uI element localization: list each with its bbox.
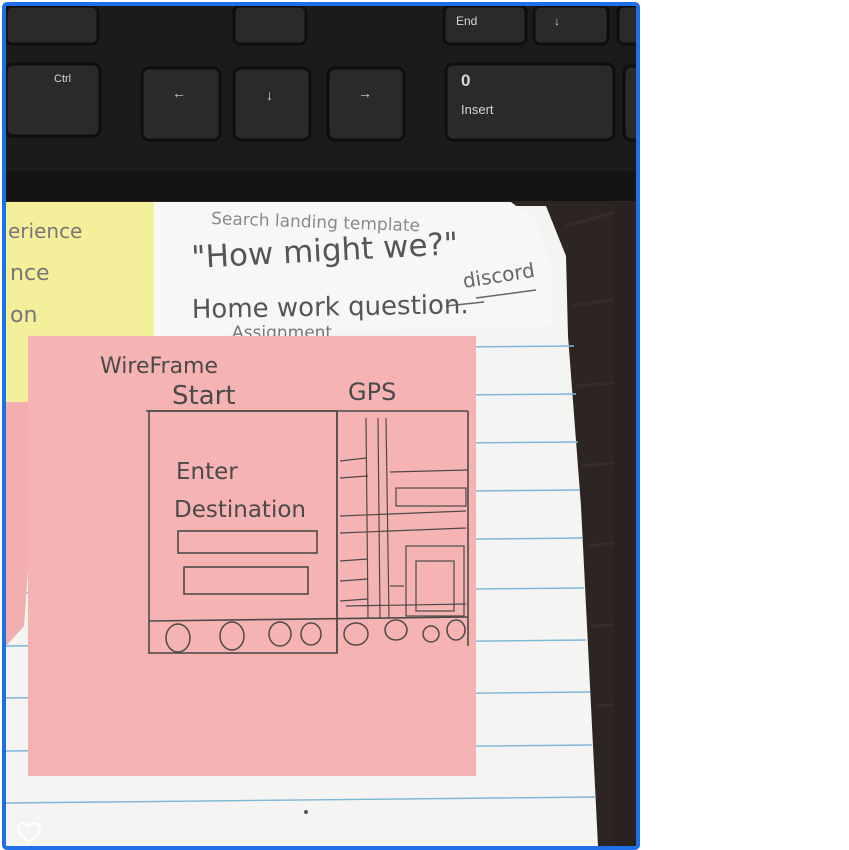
wireframe-gps-label: GPS [348,378,396,406]
keyboard-edge [6,171,636,201]
key-zero-label: 0 [461,71,470,90]
favorite-button[interactable] [14,818,44,846]
wireframe-title: WireFrame [100,354,218,379]
wireframe-destination-label: Destination [174,497,306,523]
key-ctrl [6,62,102,138]
key-insert-label: Insert [461,102,494,117]
key-arrow-right [326,66,406,142]
wireframe-enter-label: Enter [176,459,238,485]
key-end-label: End [456,14,477,28]
white-sticky-note: Search landing template "How might we?" … [154,202,554,343]
white-note-homework: Home work question. [192,290,469,325]
key-top-right [616,6,636,46]
key-top-mid [232,6,308,46]
desk-right-strip [614,202,636,846]
yellow-note-line-2: nce [10,261,50,286]
yellow-note-line-3: on [10,303,37,328]
pink-sticky-note: WireFrame Start GPS Enter Destination [28,336,476,776]
key-top-left [6,6,100,46]
image-viewer-frame: End ↓ Ctrl ← ↓ → 0 Insert erience nce on… [2,2,640,850]
pink-note-paper [28,336,476,776]
key-arrow-down [232,66,312,142]
key-arrow-right-label: → [358,85,372,101]
key-arrow-down-top [532,6,610,46]
key-ctrl-label: Ctrl [54,73,71,85]
photo: End ↓ Ctrl ← ↓ → 0 Insert erience nce on… [6,6,636,846]
key-arrow-left [140,66,222,142]
wireframe-start-label: Start [172,381,236,411]
paper-dot [304,810,308,814]
key-arrow-down-top-label: ↓ [554,14,560,28]
key-arrow-left-label: ← [172,85,186,101]
key-right-edge [622,64,636,142]
key-arrow-down-label: ↓ [266,87,273,103]
yellow-note-line-1: erience [8,219,82,243]
heart-outline-icon [17,822,41,844]
